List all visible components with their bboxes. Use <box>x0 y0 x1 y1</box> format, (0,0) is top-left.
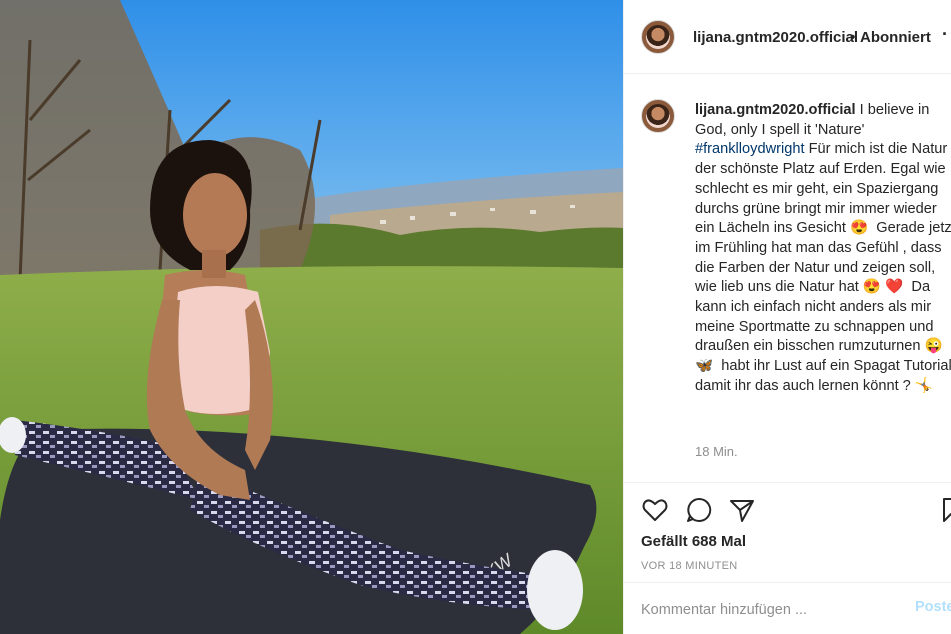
comment-icon[interactable] <box>685 496 713 524</box>
post-photo[interactable]: KW <box>0 0 623 634</box>
bookmark-icon[interactable] <box>940 496 951 524</box>
post-header: lijana.gntm2020.official • Abonniert · <box>624 0 951 74</box>
caption-username[interactable]: lijana.gntm2020.official <box>695 102 856 118</box>
post-sidebar: lijana.gntm2020.official • Abonniert · l… <box>623 0 951 634</box>
post-timestamp[interactable]: VOR 18 MINUTEN <box>641 560 738 572</box>
post-comment-button[interactable]: Posten <box>915 599 951 615</box>
caption-hashtag[interactable]: #franklloydwright <box>695 141 805 157</box>
more-icon[interactable]: · <box>942 24 948 45</box>
follow-status[interactable]: Abonniert <box>860 29 931 46</box>
author-username[interactable]: lijana.gntm2020.official <box>693 29 858 46</box>
caption-avatar[interactable] <box>641 99 675 133</box>
comment-input[interactable] <box>641 599 881 621</box>
comment-form: Posten <box>624 582 951 634</box>
caption-text-part2: Für mich ist die Natur der schönste Plat… <box>695 141 951 394</box>
caption-time[interactable]: 18 Min. <box>695 444 738 459</box>
author-avatar[interactable] <box>641 20 675 54</box>
header-separator: • <box>850 29 856 46</box>
post-photo-scene: KW <box>0 0 623 634</box>
post-caption: lijana.gntm2020.official I believe in Go… <box>695 101 951 397</box>
paper-plane-icon[interactable] <box>728 496 756 524</box>
heart-icon[interactable] <box>641 496 669 524</box>
likes-count[interactable]: Gefällt 688 Mal <box>641 533 746 550</box>
